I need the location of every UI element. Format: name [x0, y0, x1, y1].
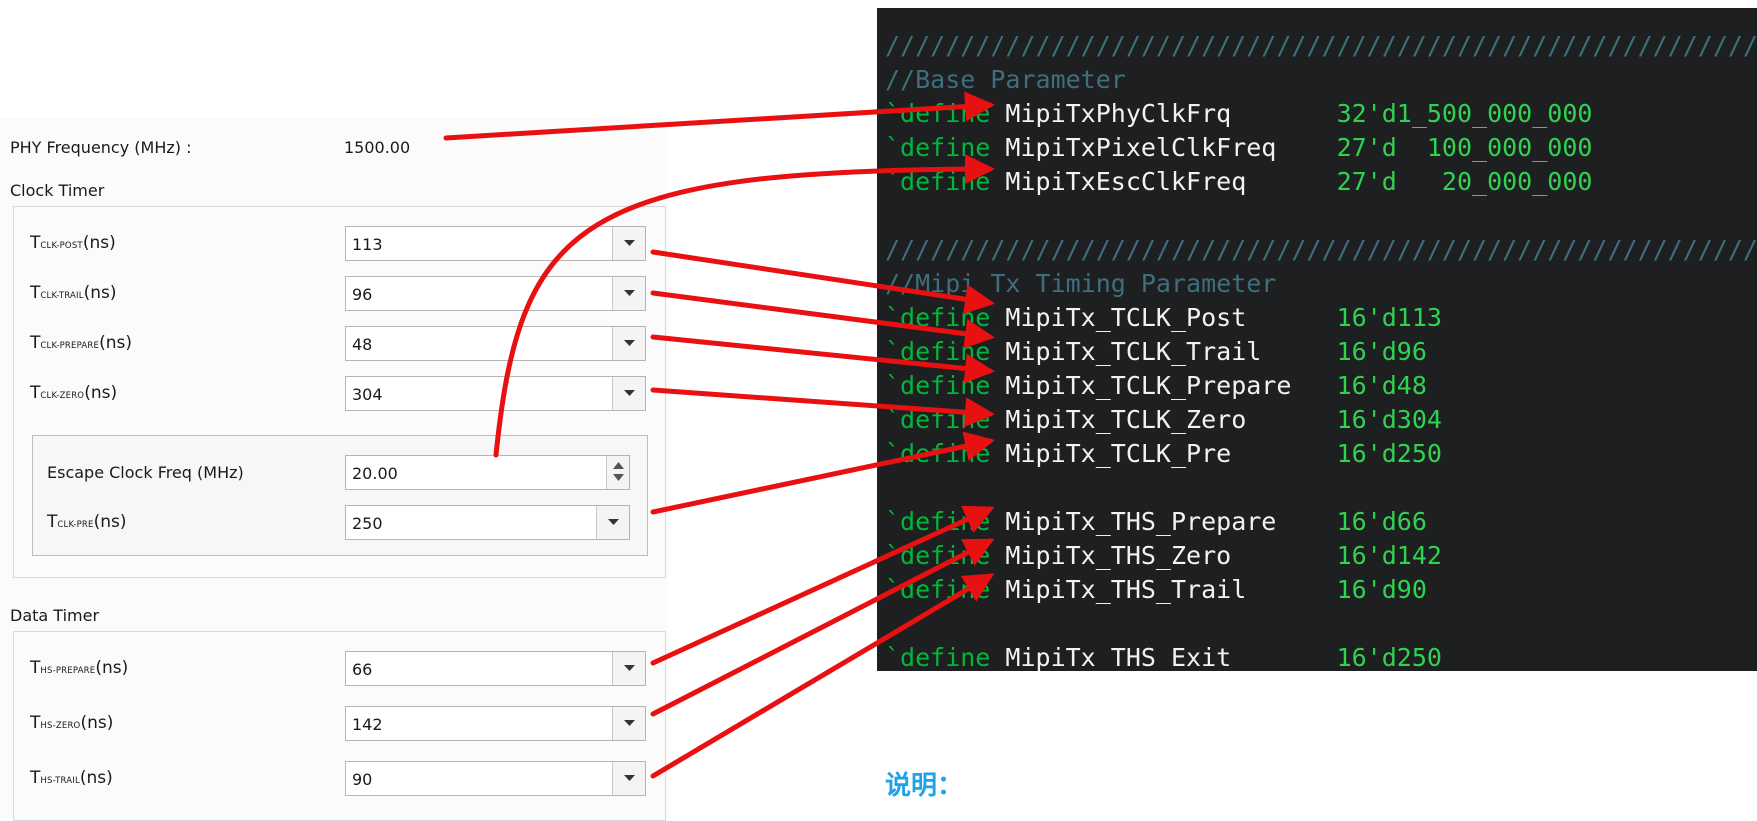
chevron-down-icon[interactable]	[612, 377, 645, 410]
code-comment: ////////////////////////////////////////…	[885, 235, 1757, 264]
escape-clock-spinbox[interactable]: 20.00	[345, 455, 630, 490]
clock-timer-title: Clock Timer	[10, 181, 105, 200]
tclk-prepare-combo[interactable]: 48	[345, 326, 646, 361]
code-comment: //Base Parameter	[885, 65, 1126, 94]
code-identifier: MipiTx_TCLK_Trail	[1005, 337, 1337, 366]
phy-frequency-label: PHY Frequency (MHz) :	[10, 138, 192, 157]
code-identifier: MipiTxEscClkFreq	[1005, 167, 1337, 196]
code-line: `define MipiTx_TCLK_Zero 16'd304	[885, 403, 1442, 437]
tclk-zero-combo[interactable]: 304	[345, 376, 646, 411]
note-label: 说明：	[885, 771, 964, 801]
code-line: `define MipiTxPhyClkFrq 32'd1_500_000_00…	[885, 97, 1592, 131]
code-value: 16'd142	[1336, 541, 1442, 570]
code-keyword: `define	[885, 405, 1006, 434]
code-keyword: `define	[885, 133, 1006, 162]
code-value: 27'd 20_000_000	[1336, 167, 1593, 196]
tclk-pre-combo[interactable]: 250	[345, 505, 630, 540]
code-comment: ////////////////////////////////////////…	[885, 31, 1757, 60]
ths-trail-combo[interactable]: 90	[345, 761, 646, 796]
code-keyword: `define	[885, 303, 1006, 332]
code-value: 16'd96	[1336, 337, 1427, 366]
escape-clock-label: Escape Clock Freq (MHz)	[47, 463, 244, 482]
code-line: `define MipiTx_TCLK_Pre 16'd250	[885, 437, 1442, 471]
tclk-post-combo[interactable]: 113	[345, 226, 646, 261]
chevron-down-icon[interactable]	[612, 762, 645, 795]
code-identifier: MipiTxPhyClkFrq	[1005, 99, 1337, 128]
phy-frequency-value: 1500.00	[344, 138, 411, 157]
tclk-zero-label: TCLK-ZERO(ns)	[30, 383, 118, 403]
ths-prepare-label: THS-PREPARE(ns)	[30, 658, 129, 678]
code-identifier: MipiTxPixelClkFreq	[1005, 133, 1337, 162]
code-line: `define MipiTx_THS_Prepare 16'd66	[885, 505, 1427, 539]
code-value: 16'd250	[1336, 643, 1442, 671]
chevron-down-icon[interactable]	[596, 506, 629, 539]
code-line: `define MipiTx_THS_Exit 16'd250	[885, 641, 1442, 671]
code-keyword: `define	[885, 337, 1006, 366]
chevron-down-icon[interactable]	[612, 707, 645, 740]
tclk-trail-label: TCLK-TRAIL(ns)	[30, 283, 117, 303]
code-value: 16'd90	[1336, 575, 1427, 604]
tclk-post-label: TCLK-POST(ns)	[30, 233, 116, 253]
tclk-prepare-label: TCLK-PREPARE(ns)	[30, 333, 132, 353]
ths-zero-combo[interactable]: 142	[345, 706, 646, 741]
ths-zero-label: THS-ZERO(ns)	[30, 713, 114, 733]
code-identifier: MipiTx_TCLK_Post	[1005, 303, 1337, 332]
code-identifier: MipiTx_THS_Trail	[1005, 575, 1337, 604]
code-line: `define MipiTx_TCLK_Post 16'd113	[885, 301, 1442, 335]
code-comment: //Mipi Tx Timing Parameter	[885, 269, 1277, 298]
code-value: 27'd 100_000_000	[1336, 133, 1593, 162]
data-timer-title: Data Timer	[10, 606, 100, 625]
code-line: ////////////////////////////////////////…	[885, 233, 1757, 267]
code-keyword: `define	[885, 371, 1006, 400]
code-line: `define MipiTx_TCLK_Trail 16'd96	[885, 335, 1427, 369]
code-value: 32'd1_500_000_000	[1336, 99, 1593, 128]
code-identifier: MipiTx_TCLK_Zero	[1005, 405, 1337, 434]
ths-trail-label: THS-TRAIL(ns)	[30, 768, 113, 788]
code-identifier: MipiTx_THS_Exit	[1005, 643, 1337, 671]
code-keyword: `define	[885, 541, 1006, 570]
ths-prepare-combo[interactable]: 66	[345, 651, 646, 686]
chevron-down-icon[interactable]	[612, 652, 645, 685]
code-value: 16'd113	[1336, 303, 1442, 332]
code-value: 16'd250	[1336, 439, 1442, 468]
code-line: `define MipiTxEscClkFreq 27'd 20_000_000	[885, 165, 1592, 199]
chevron-down-icon[interactable]	[612, 227, 645, 260]
code-line: `define MipiTxPixelClkFreq 27'd 100_000_…	[885, 131, 1592, 165]
code-keyword: `define	[885, 167, 1006, 196]
code-value: 16'd304	[1336, 405, 1442, 434]
verilog-code-panel: ////////////////////////////////////////…	[877, 8, 1757, 671]
code-identifier: MipiTx_TCLK_Pre	[1005, 439, 1337, 468]
code-value: 16'd48	[1336, 371, 1427, 400]
tclk-trail-combo[interactable]: 96	[345, 276, 646, 311]
code-keyword: `define	[885, 507, 1006, 536]
chevron-down-icon[interactable]	[612, 327, 645, 360]
code-identifier: MipiTx_TCLK_Prepare	[1005, 371, 1337, 400]
code-keyword: `define	[885, 575, 1006, 604]
chevron-down-icon[interactable]	[612, 277, 645, 310]
code-line: //Mipi Tx Timing Parameter	[885, 267, 1276, 301]
code-line: `define MipiTx_THS_Trail 16'd90	[885, 573, 1427, 607]
code-line: `define MipiTx_TCLK_Prepare 16'd48	[885, 369, 1427, 403]
code-line: ////////////////////////////////////////…	[885, 29, 1757, 63]
code-line: //Base Parameter	[885, 63, 1126, 97]
code-keyword: `define	[885, 643, 1006, 671]
code-keyword: `define	[885, 439, 1006, 468]
code-identifier: MipiTx_THS_Prepare	[1005, 507, 1337, 536]
code-value: 16'd66	[1336, 507, 1427, 536]
code-keyword: `define	[885, 99, 1006, 128]
spin-arrows-icon[interactable]	[606, 456, 629, 489]
code-identifier: MipiTx_THS_Zero	[1005, 541, 1337, 570]
code-line: `define MipiTx_THS_Zero 16'd142	[885, 539, 1442, 573]
tclk-pre-label: TCLK-PRE(ns)	[47, 512, 127, 532]
